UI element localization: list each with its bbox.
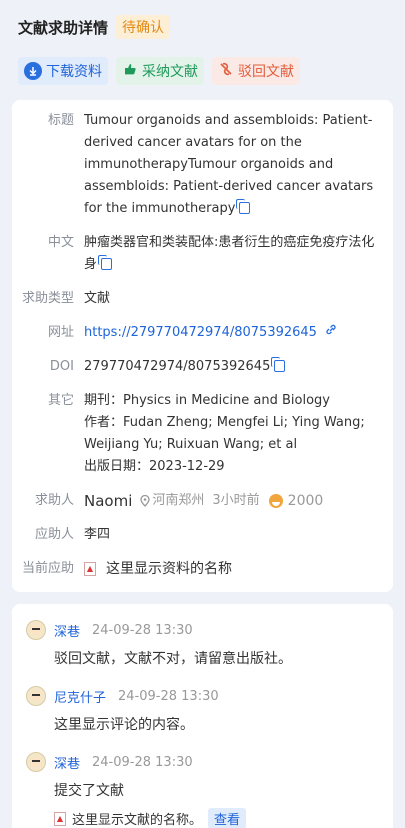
comment-item: 尼克什子 24-09-28 13:30 这里显示评论的内容。 <box>26 684 379 736</box>
location-icon <box>140 495 151 507</box>
comment-time: 24-09-28 13:30 <box>118 688 219 704</box>
page-title: 文献求助详情 <box>18 18 109 37</box>
copy-icon[interactable] <box>271 357 286 372</box>
date-text: 出版日期：2023-12-29 <box>84 459 225 474</box>
helper-row: 应助人 李四 <box>20 524 381 546</box>
coin-icon <box>268 494 283 508</box>
url-label: 网址 <box>47 325 74 340</box>
doi-value: 279770472974/8075392645 <box>84 359 271 374</box>
chinese-row: 中文 肿瘤类器官和类装配体:患者衍生的癌症免疫疗法化身 <box>20 232 381 276</box>
copy-icon[interactable] <box>236 199 251 214</box>
comment-author[interactable]: 深巷 <box>54 621 80 640</box>
other-label: 其它 <box>47 393 74 408</box>
url-row: 网址 https://279770472974/8075392645 <box>20 322 381 344</box>
adopt-icon <box>122 61 138 81</box>
link-icon <box>326 324 336 335</box>
current-value[interactable]: 这里显示资料的名称 <box>106 558 232 580</box>
comment-author[interactable]: 尼克什子 <box>54 687 106 706</box>
action-bar: 下载资料 采纳文献 驳回文献 <box>12 54 393 88</box>
download-button[interactable]: 下载资料 <box>18 57 108 85</box>
comment-time: 24-09-28 13:30 <box>92 754 193 770</box>
journal-text: 期刊：Physics in Medicine and Biology <box>84 393 330 408</box>
avatar <box>26 752 46 772</box>
avatar <box>26 620 46 640</box>
reject-button[interactable]: 驳回文献 <box>212 57 300 85</box>
page: 文献求助详情 待确认 下载资料 采纳文献 驳回文献 标题 Tumour orga… <box>0 0 405 828</box>
comment-text: 这里显示评论的内容。 <box>54 717 194 733</box>
seeker-location: 河南郑州 <box>152 493 205 508</box>
header: 文献求助详情 待确认 <box>12 0 393 54</box>
comment-text: 驳回文献，文献不对，请留意出版社。 <box>54 651 292 667</box>
download-label: 下载资料 <box>46 64 102 80</box>
copy-icon[interactable] <box>98 255 113 270</box>
other-row: 其它 期刊：Physics in Medicine and Biology 作者… <box>20 390 381 478</box>
adopt-button[interactable]: 采纳文献 <box>116 57 204 85</box>
chinese-label: 中文 <box>47 235 74 250</box>
helper-name: 李四 <box>84 527 111 542</box>
helper-label: 应助人 <box>34 527 74 542</box>
comment-item: 深巷 24-09-28 13:30 提交了文献 ▲ 这里显示文献的名称。 查看 <box>26 750 379 828</box>
comment-author[interactable]: 深巷 <box>54 753 80 772</box>
pdf-icon: ▲ <box>54 811 66 826</box>
chinese-title-value: 肿瘤类器官和类装配体:患者衍生的癌症免疫疗法化身 <box>84 235 375 272</box>
reject-icon <box>218 61 234 81</box>
comments-card: 深巷 24-09-28 13:30 驳回文献，文献不对，请留意出版社。 尼克什子… <box>12 604 393 828</box>
attached-file: ▲ 这里显示文献的名称。 查看 <box>26 808 379 828</box>
doi-label: DOI <box>49 359 74 374</box>
doi-row: DOI 279770472974/8075392645 <box>20 356 381 378</box>
seeker-label: 求助人 <box>34 493 74 508</box>
adopt-label: 采纳文献 <box>142 64 198 80</box>
status-badge: 待确认 <box>116 15 171 39</box>
comment-text: 提交了文献 <box>54 783 124 799</box>
seeker-time: 3小时前 <box>212 493 260 508</box>
file-name: 这里显示文献的名称。 <box>72 813 203 828</box>
title-row: 标题 Tumour organoids and assembloids: Pat… <box>20 110 381 220</box>
title-value: Tumour organoids and assembloids: Patien… <box>84 113 374 216</box>
authors-text: 作者：Fudan Zheng; Mengfei Li; Ying Wang; W… <box>84 415 365 452</box>
comment-time: 24-09-28 13:30 <box>92 622 193 638</box>
type-row: 求助类型 文献 <box>20 288 381 310</box>
url-link[interactable]: https://279770472974/8075392645 <box>84 325 317 340</box>
seeker-name: Naomi <box>84 492 133 510</box>
avatar <box>26 686 46 706</box>
download-icon <box>24 62 42 80</box>
title-label: 标题 <box>47 113 74 128</box>
current-label: 当前应助 <box>21 561 74 576</box>
reject-label: 驳回文献 <box>238 64 294 80</box>
comment-item: 深巷 24-09-28 13:30 驳回文献，文献不对，请留意出版社。 <box>26 618 379 670</box>
info-card: 标题 Tumour organoids and assembloids: Pat… <box>12 100 393 592</box>
type-label: 求助类型 <box>21 291 74 306</box>
pdf-icon: ▲ <box>84 562 96 576</box>
current-row: 当前应助 ▲ 这里显示资料的名称 <box>20 558 381 580</box>
view-button[interactable]: 查看 <box>208 808 247 828</box>
seeker-row: 求助人 Naomi 河南郑州 3小时前 2000 <box>20 490 381 512</box>
type-value: 文献 <box>84 291 111 306</box>
seeker-points: 2000 <box>287 493 324 509</box>
